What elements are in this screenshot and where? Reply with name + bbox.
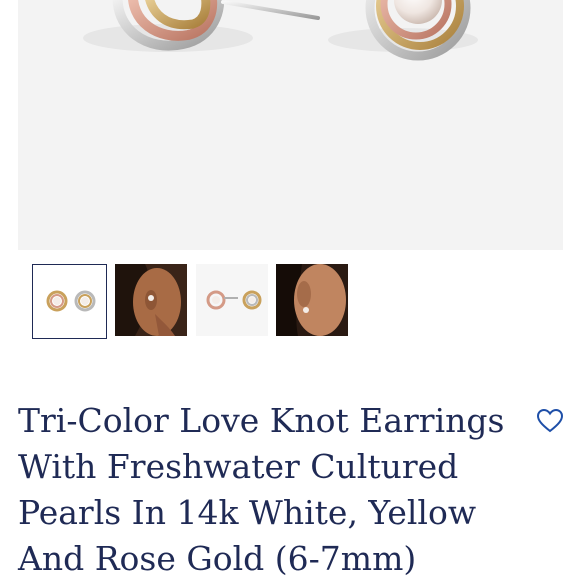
earrings-side-view-image <box>196 264 268 336</box>
favorite-button[interactable] <box>535 406 565 436</box>
thumbnail-3[interactable] <box>196 264 268 336</box>
earrings-pair-image <box>33 265 106 338</box>
right-earring-knot <box>365 0 471 61</box>
heart-outline-icon <box>536 408 564 433</box>
product-hero-image[interactable] <box>18 0 563 250</box>
model-wearing-earring-image <box>115 264 187 336</box>
thumbnail-2[interactable] <box>115 264 187 336</box>
thumbnail-4[interactable] <box>276 264 348 336</box>
model-ear-closeup-image <box>276 264 348 336</box>
earrings-hero-illustration <box>83 0 478 61</box>
thumbnail-1[interactable] <box>32 264 107 339</box>
product-title: Tri-Color Love Knot Earrings With Freshw… <box>18 401 505 578</box>
